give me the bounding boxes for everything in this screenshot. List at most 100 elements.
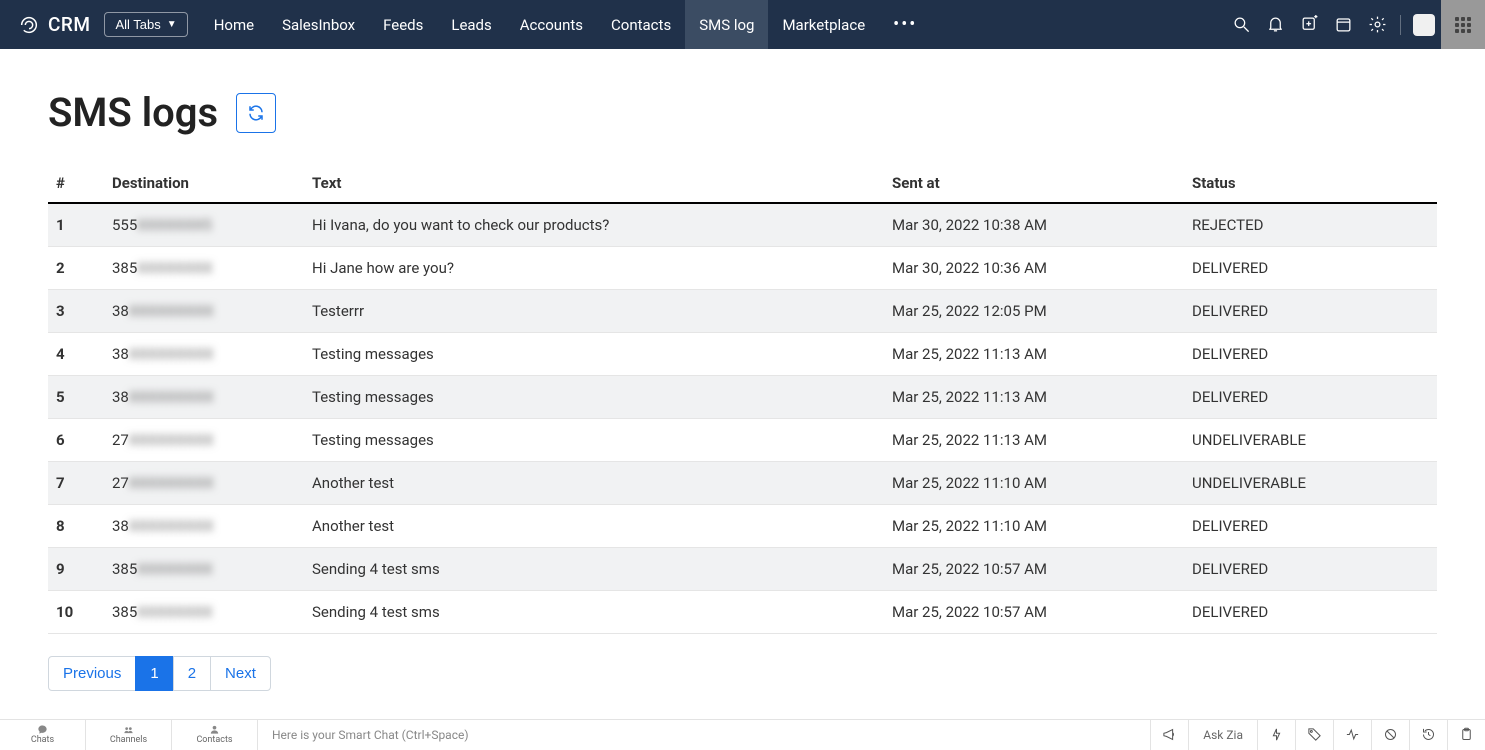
ask-zia-label: Ask Zia — [1203, 728, 1243, 742]
bottom-tab-label: Contacts — [196, 735, 232, 745]
history-icon[interactable] — [1409, 720, 1447, 750]
row-sent-at: Mar 25, 2022 10:57 AM — [884, 548, 1184, 591]
row-destination: 555XXXXXXX5 — [104, 203, 304, 247]
row-index: 10 — [48, 591, 104, 634]
bottom-tab-label: Chats — [31, 735, 54, 745]
nav-item-leads[interactable]: Leads — [437, 0, 505, 49]
nav-items: HomeSalesInboxFeedsLeadsAccountsContacts… — [200, 0, 879, 49]
ask-zia-button[interactable]: Ask Zia — [1188, 720, 1257, 750]
nav-item-accounts[interactable]: Accounts — [506, 0, 597, 49]
row-index: 8 — [48, 505, 104, 548]
do-not-disturb-icon[interactable] — [1371, 720, 1409, 750]
pulse-icon[interactable] — [1333, 720, 1371, 750]
row-text: Testing messages — [304, 376, 884, 419]
table-row[interactable]: 438XXXXXXXXXTesting messagesMar 25, 2022… — [48, 333, 1437, 376]
apps-grid-icon[interactable] — [1441, 0, 1485, 49]
nav-item-contacts[interactable]: Contacts — [597, 0, 685, 49]
nav-item-salesinbox[interactable]: SalesInbox — [268, 0, 369, 49]
compose-icon[interactable] — [1292, 0, 1326, 49]
main-content: SMS logs # Destination Text Sent at Stat… — [0, 49, 1485, 691]
row-status: DELIVERED — [1184, 376, 1437, 419]
row-index: 1 — [48, 203, 104, 247]
nav-item-feeds[interactable]: Feeds — [369, 0, 437, 49]
nav-item-home[interactable]: Home — [200, 0, 268, 49]
row-text: Hi Ivana, do you want to check our produ… — [304, 203, 884, 247]
table-row[interactable]: 727XXXXXXXXXAnother testMar 25, 2022 11:… — [48, 462, 1437, 505]
row-status: DELIVERED — [1184, 290, 1437, 333]
col-header-index: # — [48, 164, 104, 203]
table-row[interactable]: 1555XXXXXXX5Hi Ivana, do you want to che… — [48, 203, 1437, 247]
table-row[interactable]: 10385XXXXXXXXSending 4 test smsMar 25, 2… — [48, 591, 1437, 634]
bottom-tab-label: Channels — [110, 735, 147, 745]
pagination-previous[interactable]: Previous — [48, 656, 136, 691]
row-text: Another test — [304, 462, 884, 505]
table-row[interactable]: 838XXXXXXXXXAnother testMar 25, 2022 11:… — [48, 505, 1437, 548]
nav-right — [1224, 0, 1485, 49]
tag-icon[interactable] — [1295, 720, 1333, 750]
col-header-sent-at: Sent at — [884, 164, 1184, 203]
table-row[interactable]: 2385XXXXXXXXHi Jane how are you?Mar 30, … — [48, 247, 1437, 290]
row-text: Sending 4 test sms — [304, 548, 884, 591]
nav-divider — [1400, 15, 1401, 35]
search-icon[interactable] — [1224, 0, 1258, 49]
bottom-tab-chats[interactable]: Chats — [0, 720, 86, 750]
row-sent-at: Mar 30, 2022 10:36 AM — [884, 247, 1184, 290]
chevron-down-icon: ▼ — [167, 19, 177, 30]
pagination: Previous12Next — [48, 656, 1437, 691]
row-sent-at: Mar 25, 2022 11:13 AM — [884, 376, 1184, 419]
nav-item-marketplace[interactable]: Marketplace — [768, 0, 879, 49]
clipboard-icon[interactable] — [1447, 720, 1485, 750]
col-header-status: Status — [1184, 164, 1437, 203]
row-destination: 385XXXXXXXX — [104, 247, 304, 290]
row-destination: 38XXXXXXXXX — [104, 333, 304, 376]
table-row[interactable]: 338XXXXXXXXXTesterrrMar 25, 2022 12:05 P… — [48, 290, 1437, 333]
table-row[interactable]: 627XXXXXXXXXTesting messagesMar 25, 2022… — [48, 419, 1437, 462]
row-sent-at: Mar 25, 2022 11:13 AM — [884, 333, 1184, 376]
brand[interactable]: CRM — [18, 13, 90, 36]
row-destination: 38XXXXXXXXX — [104, 505, 304, 548]
calendar-icon[interactable] — [1326, 0, 1360, 49]
bottom-tab-contacts[interactable]: Contacts — [172, 720, 258, 750]
row-destination: 38XXXXXXXXX — [104, 376, 304, 419]
crm-logo-icon — [18, 14, 40, 36]
table-row[interactable]: 9385XXXXXXXXSending 4 test smsMar 25, 20… — [48, 548, 1437, 591]
row-destination: 385XXXXXXXX — [104, 548, 304, 591]
table-header-row: # Destination Text Sent at Status — [48, 164, 1437, 203]
nav-more-icon[interactable]: ••• — [879, 0, 931, 49]
bolt-icon[interactable] — [1257, 720, 1295, 750]
row-sent-at: Mar 30, 2022 10:38 AM — [884, 203, 1184, 247]
row-destination: 385XXXXXXXX — [104, 591, 304, 634]
table-row[interactable]: 538XXXXXXXXXTesting messagesMar 25, 2022… — [48, 376, 1437, 419]
row-status: UNDELIVERABLE — [1184, 462, 1437, 505]
bottom-bar-right: Ask Zia — [1150, 720, 1485, 750]
page-title-row: SMS logs — [48, 89, 1437, 136]
pagination-page[interactable]: 2 — [173, 656, 211, 691]
row-sent-at: Mar 25, 2022 10:57 AM — [884, 591, 1184, 634]
row-status: DELIVERED — [1184, 333, 1437, 376]
avatar[interactable] — [1413, 14, 1435, 36]
row-text: Testing messages — [304, 333, 884, 376]
col-header-destination: Destination — [104, 164, 304, 203]
row-text: Another test — [304, 505, 884, 548]
bell-icon[interactable] — [1258, 0, 1292, 49]
row-text: Testerrr — [304, 290, 884, 333]
bottom-bar: Chats Channels Contacts Here is your Sma… — [0, 719, 1485, 749]
pagination-page[interactable]: 1 — [135, 656, 173, 691]
nav-item-sms-log[interactable]: SMS log — [685, 0, 768, 49]
row-sent-at: Mar 25, 2022 12:05 PM — [884, 290, 1184, 333]
pagination-next[interactable]: Next — [210, 656, 271, 691]
row-sent-at: Mar 25, 2022 11:13 AM — [884, 419, 1184, 462]
row-index: 6 — [48, 419, 104, 462]
megaphone-icon[interactable] — [1150, 720, 1188, 750]
row-destination: 27XXXXXXXXX — [104, 419, 304, 462]
bottom-tab-channels[interactable]: Channels — [86, 720, 172, 750]
row-index: 4 — [48, 333, 104, 376]
gear-icon[interactable] — [1360, 0, 1394, 49]
smart-chat-hint[interactable]: Here is your Smart Chat (Ctrl+Space) — [258, 728, 1150, 742]
row-index: 2 — [48, 247, 104, 290]
refresh-button[interactable] — [236, 93, 276, 133]
row-destination: 38XXXXXXXXX — [104, 290, 304, 333]
row-status: DELIVERED — [1184, 548, 1437, 591]
all-tabs-dropdown[interactable]: All Tabs ▼ — [104, 12, 187, 37]
row-destination: 27XXXXXXXXX — [104, 462, 304, 505]
